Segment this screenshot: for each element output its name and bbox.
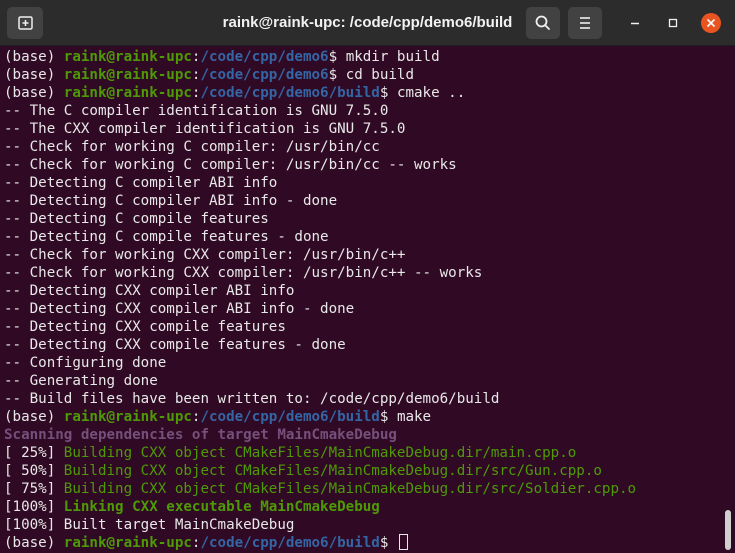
output-text: -- Detecting CXX compile features - done (4, 337, 346, 353)
output-text: -- Check for working C compiler: /usr/bi… (4, 157, 457, 173)
maximize-button[interactable] (663, 13, 683, 33)
build-line: [ 75%] Building CXX object CMakeFiles/Ma… (0, 480, 724, 498)
output-text: -- Configuring done (4, 355, 167, 371)
build-percent: [ 75%] (4, 481, 64, 497)
output-text: -- The C compiler identification is GNU … (4, 103, 389, 119)
prompt-user: raink@raink-upc (63, 535, 192, 551)
build-percent: [100%] (4, 499, 64, 515)
build-line: [ 25%] Building CXX object CMakeFiles/Ma… (0, 444, 724, 462)
build-percent: [100%] (4, 517, 64, 533)
prompt-path: /code/cpp/demo6/build (200, 85, 380, 101)
output-text: -- Generating done (4, 373, 158, 389)
output-line: -- Detecting CXX compile features (0, 318, 724, 336)
build-text: Building CXX object CMakeFiles/MainCmake… (63, 445, 577, 461)
build-line: [ 50%] Building CXX object CMakeFiles/Ma… (0, 462, 724, 480)
prompt-sign: $ (379, 85, 397, 101)
text-cursor (398, 534, 408, 550)
prompt-env: (base) (4, 67, 64, 83)
new-tab-button[interactable] (7, 7, 43, 39)
output-text: -- Check for working CXX compiler: /usr/… (4, 247, 406, 263)
prompt-user: raink@raink-upc (63, 67, 192, 83)
prompt-path: /code/cpp/demo6/build (200, 409, 380, 425)
prompt-user: raink@raink-upc (63, 49, 192, 65)
output-line: Scanning dependencies of target MainCmak… (0, 426, 724, 444)
window-title: raink@raink-upc: /code/cpp/demo6/build (222, 14, 513, 31)
prompt-env: (base) (4, 535, 64, 551)
output-text: -- Detecting C compile features - done (4, 229, 329, 245)
close-icon (706, 18, 716, 28)
output-text: -- Detecting C compiler ABI info (4, 175, 278, 191)
minimize-button[interactable] (625, 13, 645, 33)
output-text: -- Detecting CXX compiler ABI info (4, 283, 295, 299)
hamburger-menu-icon (580, 17, 590, 29)
prompt-sign: $ (328, 49, 346, 65)
build-text: Building CXX object CMakeFiles/MainCmake… (63, 463, 602, 479)
output-line: -- Generating done (0, 372, 724, 390)
new-tab-icon (18, 16, 33, 30)
terminal-output[interactable]: (base) raink@raink-upc:/code/cpp/demo6$ … (0, 48, 724, 553)
close-button[interactable] (701, 13, 721, 33)
output-line: -- Detecting C compile features - done (0, 228, 724, 246)
output-text: -- Detecting C compiler ABI info - done (4, 193, 338, 209)
prompt-command: cd build (345, 67, 415, 83)
output-line: -- Detecting CXX compiler ABI info - don… (0, 300, 724, 318)
prompt-user: raink@raink-upc (63, 409, 192, 425)
prompt-line: (base) raink@raink-upc:/code/cpp/demo6$ … (0, 48, 724, 66)
output-line: -- Detecting C compiler ABI info (0, 174, 724, 192)
link-text: Linking CXX executable MainCmakeDebug (63, 499, 380, 515)
output-line: -- Detecting C compiler ABI info - done (0, 192, 724, 210)
build-line: [100%] Linking CXX executable MainCmakeD… (0, 498, 724, 516)
menu-button[interactable] (568, 7, 602, 39)
output-line: -- Check for working CXX compiler: /usr/… (0, 264, 724, 282)
output-text: -- Check for working CXX compiler: /usr/… (4, 265, 483, 281)
prompt-line: (base) raink@raink-upc:/code/cpp/demo6/b… (0, 534, 724, 552)
prompt-env: (base) (4, 409, 64, 425)
prompt-command: mkdir build (345, 49, 440, 65)
output-line: -- Detecting CXX compile features - done (0, 336, 724, 354)
output-line: -- Detecting C compile features (0, 210, 724, 228)
output-line: -- Build files have been written to: /co… (0, 390, 724, 408)
prompt-command: cmake .. (396, 85, 466, 101)
terminal-window: raink@raink-upc: /code/cpp/demo6/build (… (0, 0, 735, 553)
maximize-icon (668, 18, 678, 28)
output-text: -- Build files have been written to: /co… (4, 391, 500, 407)
output-line: -- The C compiler identification is GNU … (0, 102, 724, 120)
minimize-icon (631, 22, 639, 25)
output-line: -- Configuring done (0, 354, 724, 372)
prompt-sign: $ (379, 409, 397, 425)
prompt-line: (base) raink@raink-upc:/code/cpp/demo6$ … (0, 66, 724, 84)
prompt-sign: $ (328, 67, 346, 83)
prompt-path: /code/cpp/demo6 (200, 67, 329, 83)
build-text: Built target MainCmakeDebug (63, 517, 295, 533)
output-line: -- Check for working C compiler: /usr/bi… (0, 138, 724, 156)
prompt-command: make (396, 409, 432, 425)
prompt-env: (base) (4, 85, 64, 101)
output-line: -- Detecting CXX compiler ABI info (0, 282, 724, 300)
output-text: -- Detecting CXX compile features (4, 319, 286, 335)
build-percent: [ 25%] (4, 445, 64, 461)
title-bar[interactable]: raink@raink-upc: /code/cpp/demo6/build (0, 0, 735, 46)
search-icon (535, 15, 550, 30)
search-button[interactable] (526, 7, 560, 39)
output-text: -- Detecting C compile features (4, 211, 269, 227)
output-text: -- The CXX compiler identification is GN… (4, 121, 406, 137)
prompt-env: (base) (4, 49, 64, 65)
output-line: -- Check for working CXX compiler: /usr/… (0, 246, 724, 264)
output-line: -- The CXX compiler identification is GN… (0, 120, 724, 138)
output-text: -- Detecting CXX compiler ABI info - don… (4, 301, 355, 317)
prompt-line: (base) raink@raink-upc:/code/cpp/demo6/b… (0, 84, 724, 102)
prompt-line: (base) raink@raink-upc:/code/cpp/demo6/b… (0, 408, 724, 426)
build-percent: [ 50%] (4, 463, 64, 479)
build-text: Building CXX object CMakeFiles/MainCmake… (63, 481, 637, 497)
prompt-sign: $ (379, 535, 397, 551)
scrollbar-thumb[interactable] (725, 510, 731, 550)
build-line: [100%] Built target MainCmakeDebug (0, 516, 724, 534)
prompt-user: raink@raink-upc (63, 85, 192, 101)
output-line: -- Check for working C compiler: /usr/bi… (0, 156, 724, 174)
prompt-path: /code/cpp/demo6/build (200, 535, 380, 551)
output-text: -- Check for working C compiler: /usr/bi… (4, 139, 380, 155)
scan-text: Scanning dependencies of target MainCmak… (4, 427, 397, 443)
prompt-path: /code/cpp/demo6 (200, 49, 329, 65)
